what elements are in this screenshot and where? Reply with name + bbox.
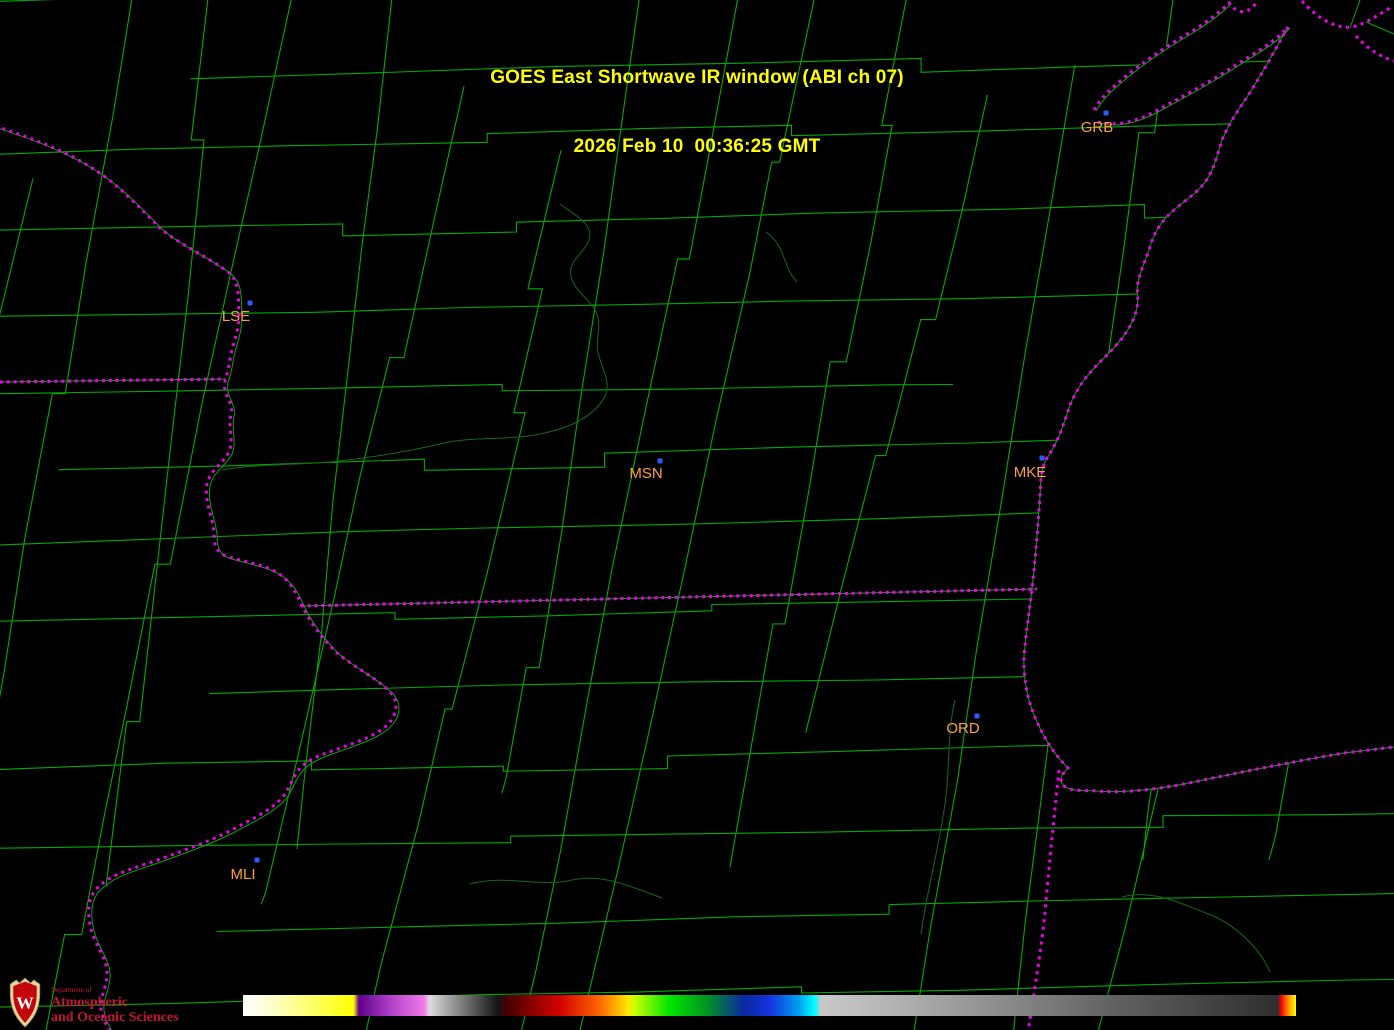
- city-dot-LSE: [248, 301, 253, 306]
- color-scale-bar: [243, 995, 1296, 1016]
- city-label-MKE: MKE: [1014, 464, 1047, 481]
- city-label-ORD: ORD: [946, 720, 980, 737]
- county-line: [217, 894, 1394, 932]
- logo-name-line1: Atmospheric: [51, 996, 179, 1010]
- county-line: [0, 294, 1147, 317]
- mississippi-river-border: [0, 126, 396, 1030]
- county-line: [0, 0, 1119, 1]
- county-line: [0, 384, 953, 393]
- city-marker-MLI: MLI: [230, 858, 259, 884]
- title-line2: 2026 Feb 10 00:36:25 GMT: [0, 135, 1394, 158]
- city-label-MLI: MLI: [230, 866, 255, 883]
- city-marker-LSE: LSE: [222, 301, 253, 326]
- satellite-viewer: GRBLSEMSNMKEORDMLI GOES East Shortwave I…: [0, 0, 1394, 1030]
- city-label-MSN: MSN: [629, 465, 662, 482]
- city-dot-MKE: [1040, 456, 1045, 461]
- city-marker-MKE: MKE: [1014, 456, 1047, 482]
- uw-crest-icon: W: [8, 977, 42, 1028]
- aos-logo: W Department of Atmospheric and Oceanic …: [8, 977, 179, 1028]
- logo-dept-line: Department of: [51, 987, 179, 994]
- wi-il-border: [301, 589, 1037, 606]
- city-label-LSE: LSE: [222, 308, 250, 325]
- title-line1: GOES East Shortwave IR window (ABI ch 07…: [0, 66, 1394, 89]
- county-line: [0, 179, 33, 1030]
- city-dot-ORD: [975, 714, 980, 719]
- logo-text: Department of Atmospheric and Oceanic Sc…: [51, 987, 179, 1025]
- il-in-border: [1028, 770, 1059, 1030]
- county-line: [366, 150, 561, 1030]
- image-title: GOES East Shortwave IR window (ABI ch 07…: [0, 20, 1394, 204]
- crest-letter: W: [16, 994, 34, 1013]
- logo-name-line2: and Oceanic Sciences: [51, 1011, 179, 1025]
- city-marker-ORD: ORD: [946, 714, 980, 738]
- city-dot-MLI: [255, 858, 260, 863]
- city-dot-MSN: [658, 459, 663, 464]
